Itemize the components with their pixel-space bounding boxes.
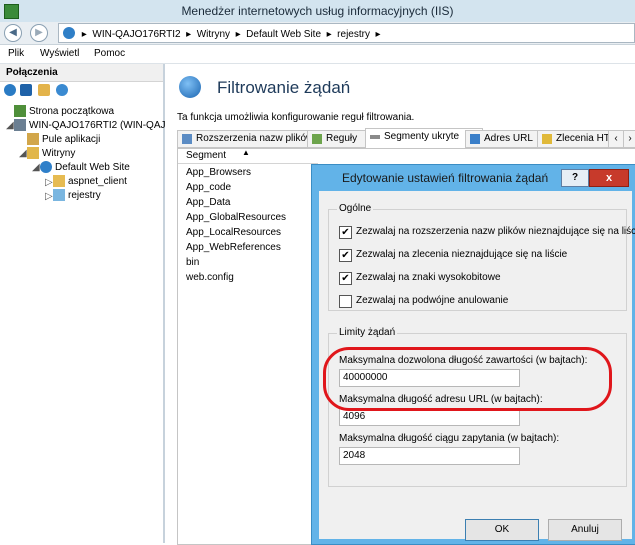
segments-column-header[interactable]: Segment ▲ <box>178 148 318 164</box>
general-group-label: Ogólne <box>337 203 374 214</box>
tree-start-page[interactable]: Strona początkowa <box>29 106 114 117</box>
home-icon <box>14 105 26 117</box>
page-description: Ta funkcja umożliwia konfigurowanie regu… <box>177 112 415 123</box>
close-button[interactable]: x <box>589 169 629 187</box>
segments-icon <box>370 135 380 139</box>
help-button[interactable]: ? <box>561 169 589 187</box>
address-bar: ◀ ▶ ▸ WIN-QAJO176RTI2 ▸ Witryny ▸ Defaul… <box>0 22 635 45</box>
connections-header: Połączenia <box>0 64 163 82</box>
menu-view[interactable]: Wyświetl <box>40 48 79 59</box>
tree-rejestry[interactable]: rejestry <box>68 190 101 201</box>
back-arrow-icon[interactable]: ◀ <box>4 24 22 42</box>
app-pools-icon <box>27 133 39 145</box>
column-header-segment[interactable]: Segment <box>186 150 226 161</box>
connections-toolbar <box>0 82 163 100</box>
expand-arrow-icon[interactable]: ◢ <box>32 162 40 173</box>
breadcrumb[interactable]: ▸ WIN-QAJO176RTI2 ▸ Witryny ▸ Default We… <box>58 23 635 43</box>
list-item[interactable]: bin <box>186 257 199 268</box>
collapse-arrow-icon[interactable]: ▷ <box>45 191 53 202</box>
document-icon <box>182 134 192 144</box>
globe-icon <box>40 161 52 173</box>
menu-help[interactable]: Pomoc <box>94 48 125 59</box>
cancel-button[interactable]: Anuluj <box>548 519 622 541</box>
list-item[interactable]: web.config <box>186 272 234 283</box>
verbs-icon <box>542 134 552 144</box>
breadcrumb-sites[interactable]: Witryny <box>197 29 230 40</box>
connections-title: Połączenia <box>6 67 58 78</box>
forward-arrow-icon[interactable]: ▶ <box>30 24 48 42</box>
checkbox[interactable]: ✔ <box>339 249 352 262</box>
refresh-icon[interactable] <box>56 84 68 96</box>
list-item[interactable]: App_Data <box>186 197 230 208</box>
tab-scroll-left-icon[interactable]: ‹ <box>608 130 624 148</box>
connect-icon[interactable] <box>4 84 16 96</box>
ok-button[interactable]: OK <box>465 519 539 541</box>
sort-ascending-icon: ▲ <box>242 148 250 157</box>
web-app-icon <box>53 189 65 201</box>
save-icon[interactable] <box>20 84 32 96</box>
tab-strip: Rozszerzenia nazw plików Reguły Segmenty… <box>165 126 635 149</box>
connections-panel: Połączenia Strona początkowa ◢ WIN-QAJO1… <box>0 64 166 543</box>
tab-file-extensions[interactable]: Rozszerzenia nazw plików <box>177 130 325 148</box>
tree-aspnet-client[interactable]: aspnet_client <box>68 176 127 187</box>
collapse-arrow-icon[interactable]: ▷ <box>45 177 53 188</box>
tab-scroll-right-icon[interactable]: › <box>623 130 635 148</box>
checkbox[interactable]: ✔ <box>339 226 352 239</box>
breadcrumb-default-site[interactable]: Default Web Site <box>246 29 321 40</box>
edit-filtering-settings-dialog: Edytowanie ustawień filtrowania żądań ? … <box>311 164 635 545</box>
checkbox[interactable] <box>339 295 352 308</box>
tree-sites[interactable]: Witryny <box>42 148 75 159</box>
expand-arrow-icon[interactable]: ◢ <box>6 120 14 131</box>
breadcrumb-server[interactable]: WIN-QAJO176RTI2 <box>92 29 180 40</box>
url-icon <box>470 134 480 144</box>
checkbox[interactable]: ✔ <box>339 272 352 285</box>
globe-icon <box>63 27 75 39</box>
red-highlight-annotation <box>323 347 612 411</box>
request-filtering-icon <box>179 76 201 98</box>
list-item[interactable]: App_code <box>186 182 231 193</box>
max-query-string-label: Maksymalna długość ciągu zapytania (w ba… <box>339 433 560 444</box>
menu-file[interactable]: Plik <box>8 48 24 59</box>
dialog-body: Ogólne ✔ Zezwalaj na rozszerzenia nazw p… <box>319 191 635 541</box>
tree-default-site[interactable]: Default Web Site <box>55 162 130 173</box>
list-item[interactable]: App_WebReferences <box>186 242 281 253</box>
menu-bar: Plik Wyświetl Pomoc <box>0 45 635 64</box>
list-item[interactable]: App_Browsers <box>186 167 251 178</box>
max-query-string-input[interactable]: 2048 <box>339 447 520 465</box>
rules-icon <box>312 134 322 144</box>
page-title: Filtrowanie żądań <box>217 78 351 97</box>
folder-icon[interactable] <box>38 84 50 96</box>
tree-app-pools[interactable]: Pule aplikacji <box>42 134 100 145</box>
breadcrumb-rejestry[interactable]: rejestry <box>337 29 370 40</box>
window-title: Menedżer internetowych usług informacyjn… <box>181 4 454 18</box>
expand-arrow-icon[interactable]: ◢ <box>19 148 27 159</box>
title-bar: Menedżer internetowych usług informacyjn… <box>0 0 635 22</box>
server-icon <box>14 119 26 131</box>
dialog-title: Edytowanie ustawień filtrowania żądań <box>342 171 549 185</box>
folder-icon <box>53 175 65 187</box>
folder-icon <box>27 147 39 159</box>
tree-server[interactable]: WIN-QAJO176RTI2 (WIN-QAJ <box>29 120 166 131</box>
list-item[interactable]: App_GlobalResources <box>186 212 286 223</box>
request-limits-label: Limity żądań <box>337 327 398 338</box>
list-item[interactable]: App_LocalResources <box>186 227 281 238</box>
